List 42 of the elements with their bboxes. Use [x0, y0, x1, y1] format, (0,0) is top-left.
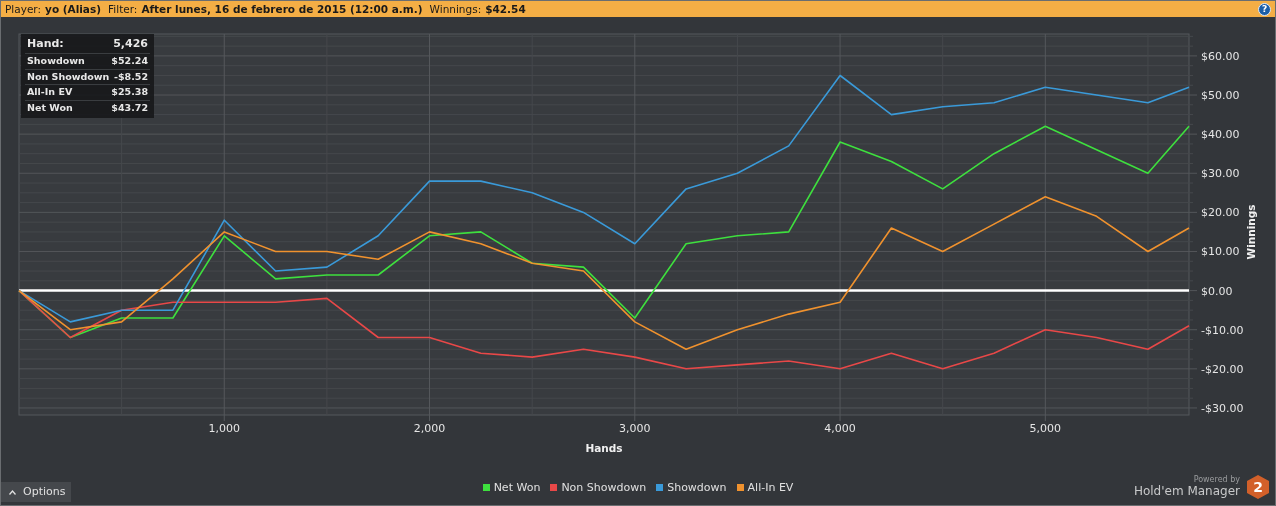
y-tick-label: -$10.00 [1201, 323, 1244, 337]
y-tick-label: $40.00 [1201, 128, 1240, 142]
x-tick-label: 2,000 [413, 422, 446, 435]
x-tick-label: 5,000 [1029, 422, 1062, 435]
stat-value: 5,426 [113, 38, 148, 51]
x-tick-label: 4,000 [824, 422, 856, 435]
product-name: Hold'em Manager [1133, 484, 1240, 498]
legend-label: Non Showdown [561, 479, 647, 496]
x-tick-label: 1,000 [208, 422, 240, 435]
legend-label: Net Won [493, 479, 541, 496]
y-tick-label: $20.00 [1201, 206, 1240, 220]
x-axis-title: Hands [585, 442, 623, 454]
y-tick-label: $10.00 [1201, 245, 1240, 259]
winnings-label: Winnings: [429, 3, 482, 15]
y-tick-label: $30.00 [1201, 167, 1240, 181]
y-tick-label: $0.00 [1201, 284, 1233, 298]
stat-label: Hand: [27, 38, 64, 51]
logo-badge: 2 [1247, 475, 1269, 499]
stat-label: All-In EV [27, 87, 73, 99]
legend-label: Showdown [667, 479, 727, 496]
powered-by-text: Powered by [1193, 476, 1240, 485]
winnings-value: $42.54 [485, 3, 526, 15]
stat-value: $52.24 [111, 55, 148, 67]
y-tick-label: $60.00 [1201, 49, 1240, 63]
y-tick-label: -$30.00 [1201, 401, 1244, 415]
legend-label: All-In EV [747, 479, 794, 496]
stat-value: -$8.52 [114, 71, 148, 83]
y-axis-title: Winnings [1245, 204, 1257, 260]
stat-label: Net Won [27, 103, 73, 115]
y-tick-label: $50.00 [1201, 89, 1240, 102]
stat-value: $43.72 [111, 103, 148, 115]
stat-value: $25.38 [111, 87, 148, 99]
y-tick-label: -$20.00 [1201, 362, 1244, 376]
filter-label: Filter: [108, 3, 138, 15]
player-label: Player: [5, 3, 42, 15]
stat-label: Non Showdown [27, 71, 110, 83]
filter-value: After lunes, 16 de febrero de 2015 (12:00 a.m.) [141, 3, 423, 15]
options-button[interactable]: Options [1, 482, 72, 502]
help-button[interactable]: ? [1258, 2, 1271, 16]
x-tick-label: 3,000 [619, 422, 651, 435]
stat-label: Showdown [27, 55, 85, 67]
player-name: yo (Alias) [45, 3, 101, 15]
